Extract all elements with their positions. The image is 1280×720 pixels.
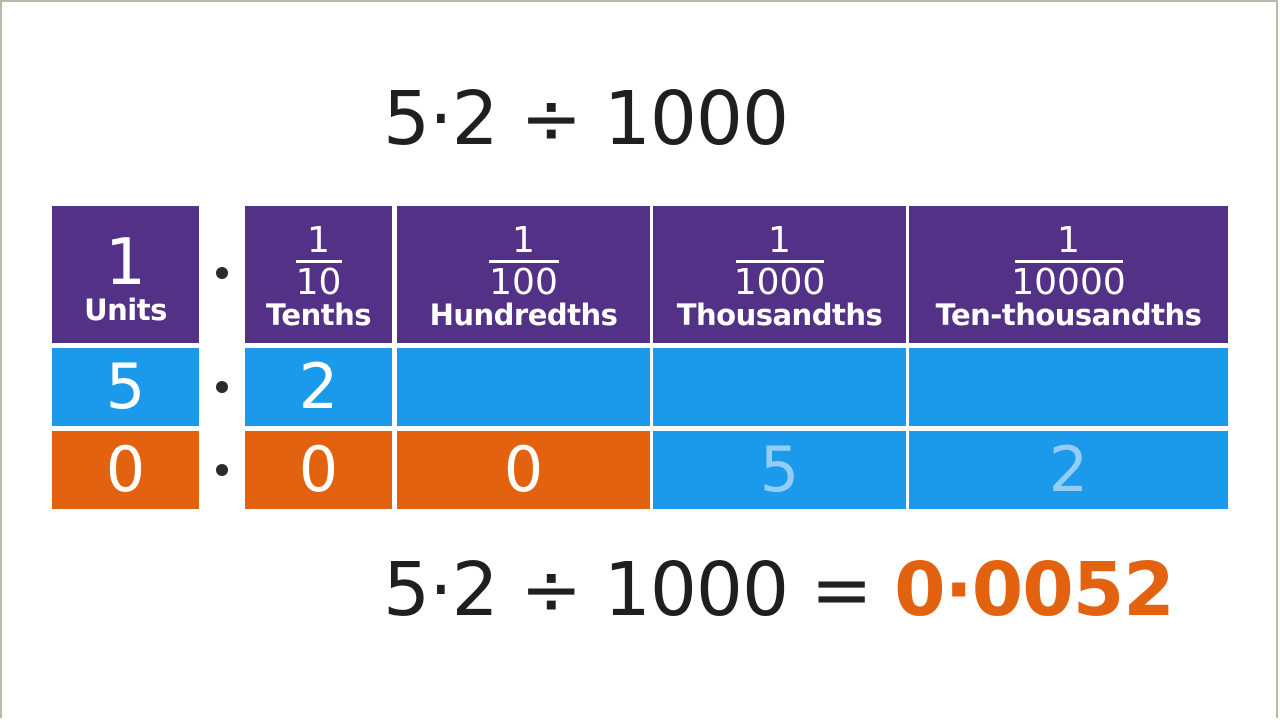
moved-digit: 2 — [1048, 433, 1089, 506]
fraction-denominator: 100 — [489, 261, 558, 303]
tenths-label: Tenths — [265, 297, 372, 332]
fraction-numerator: 1 — [768, 219, 791, 261]
result-hundredths-cell: 0 — [397, 431, 650, 509]
hundredths-label: Hundredths — [429, 297, 618, 332]
thousandths-fraction: 1 1000 — [733, 219, 826, 303]
header-ten-thousandths: 1 10000 Ten-thousandths — [909, 206, 1228, 343]
digit: 2 — [298, 350, 339, 423]
original-units-cell: 5 — [52, 348, 199, 426]
decimal-point-result — [216, 464, 228, 476]
result-units-cell: 0 — [52, 431, 199, 509]
tenths-fraction: 1 10 — [295, 219, 342, 303]
fraction-numerator: 1 — [512, 219, 535, 261]
ten-thousandths-fraction: 1 10000 — [1011, 219, 1126, 303]
header-tenths: 1 10 Tenths — [245, 206, 392, 343]
original-hundredths-cell — [397, 348, 650, 426]
placeholder-zero: 0 — [298, 433, 339, 506]
hundredths-fraction: 1 100 — [488, 219, 559, 303]
fraction-numerator: 1 — [1057, 219, 1080, 261]
answer-value: 0·0052 — [894, 547, 1175, 633]
fraction-denominator: 1000 — [733, 261, 826, 303]
digit: 5 — [105, 350, 146, 423]
fraction-denominator: 10 — [295, 261, 342, 303]
ten-thousandths-label: Ten-thousandths — [935, 297, 1202, 332]
decimal-point-original — [216, 381, 228, 393]
decimal-point-header — [216, 267, 228, 279]
original-thousandths-cell — [653, 348, 906, 426]
result-thousandths-cell: 5 — [653, 431, 906, 509]
thousandths-label: Thousandths — [676, 297, 883, 332]
header-hundredths: 1 100 Hundredths — [397, 206, 650, 343]
units-value: 1 — [105, 225, 146, 300]
division-equation: 5·2 ÷ 1000 — [383, 76, 789, 162]
fraction-denominator: 10000 — [1011, 261, 1126, 303]
moved-digit: 5 — [759, 433, 800, 506]
fraction-numerator: 1 — [307, 219, 330, 261]
original-ten-thousandths-cell — [909, 348, 1228, 426]
result-ten-thousandths-cell: 2 — [909, 431, 1228, 509]
result-equation: 5·2 ÷ 1000 = 0·0052 — [383, 553, 1175, 627]
header-units: 1 Units — [52, 206, 199, 343]
units-label: Units — [84, 292, 167, 327]
header-thousandths: 1 1000 Thousandths — [653, 206, 906, 343]
original-tenths-cell: 2 — [245, 348, 392, 426]
placeholder-zero: 0 — [503, 433, 544, 506]
result-expression: 5·2 ÷ 1000 = — [383, 547, 873, 633]
placeholder-zero: 0 — [105, 433, 146, 506]
result-tenths-cell: 0 — [245, 431, 392, 509]
